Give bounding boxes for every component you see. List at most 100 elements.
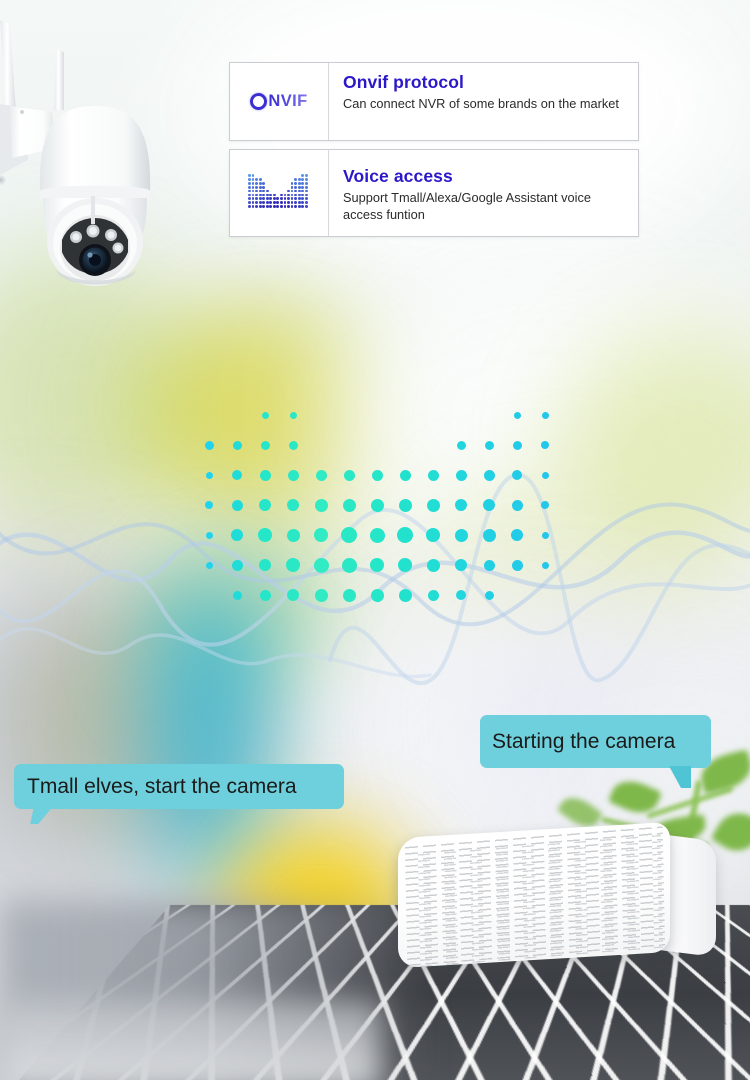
waveform-dot: [290, 185, 294, 189]
equalizer-dot: [397, 527, 413, 543]
waveform-dot: [297, 189, 301, 193]
equalizer-dot: [456, 440, 466, 450]
waveform-dot: [297, 197, 301, 201]
equalizer-dot: [369, 527, 385, 543]
feature-card-voice-access[interactable]: Voice access Support Tmall/Alexa/Google …: [229, 149, 639, 237]
speech-bubble-assistant-reply: Starting the camera: [480, 715, 711, 788]
waveform-dot: [294, 197, 298, 201]
waveform-dot: [283, 197, 287, 201]
waveform-dot: [272, 201, 276, 205]
waveform-dot: [255, 197, 258, 201]
mat-blur-overlay-bottom: [0, 1000, 380, 1080]
equalizer-dot: [455, 559, 467, 571]
waveform-dot: [287, 201, 290, 205]
equalizer-dot: [341, 527, 357, 543]
equalizer-dot: [483, 469, 495, 481]
equalizer-dot: [399, 469, 411, 481]
equalizer-dot: [541, 531, 549, 539]
waveform-dot: [304, 205, 308, 209]
waveform-dot: [304, 193, 308, 197]
speaker-front-panel: [398, 821, 670, 969]
feature-card-description: Support Tmall/Alexa/Google Assistant voi…: [343, 190, 592, 222]
waveform-dot: [301, 201, 305, 205]
waveform-dot: [248, 174, 251, 177]
waveform-dot: [265, 197, 269, 201]
feature-card-list: NVIF Onvif protocol Can connect NVR of s…: [229, 62, 639, 237]
equalizer-dot: [455, 469, 467, 481]
equalizer-dot: [232, 590, 242, 600]
waveform-dot: [248, 197, 251, 201]
equalizer-dot: [231, 529, 243, 541]
feature-card-title: Voice access: [343, 166, 453, 186]
equalizer-dot: [342, 498, 356, 512]
waveform-dot: [258, 197, 262, 201]
equalizer-dot: [426, 498, 440, 512]
waveform-dot: [262, 201, 266, 205]
equalizer-dot: [341, 557, 357, 573]
waveform-dot: [258, 193, 262, 197]
speech-bubble-user-command: Tmall elves, start the camera: [14, 764, 344, 824]
speech-bubble-tail: [669, 766, 691, 788]
waveform-dot: [294, 201, 298, 205]
equalizer-dot: [482, 528, 496, 542]
equalizer-dot: [371, 469, 383, 481]
waveform-dot: [248, 181, 251, 185]
equalizer-dot: [231, 499, 243, 511]
equalizer-dot: [258, 528, 272, 542]
waveform-dot: [251, 185, 255, 189]
waveform-dot: [287, 205, 290, 209]
waveform-dot: [272, 197, 276, 201]
equalizer-dot: [426, 528, 440, 542]
equalizer-dot: [287, 499, 299, 511]
waveform-dot: [255, 181, 258, 185]
waveform-dot: [258, 189, 262, 193]
equalizer-dot: [287, 469, 299, 481]
waveform-dot: [283, 201, 287, 205]
equalizer-dot: [484, 440, 494, 450]
waveform-dot: [251, 181, 255, 185]
waveform-dot: [279, 197, 283, 201]
antenna-right: [54, 49, 64, 110]
equalizer-dot: [427, 469, 439, 481]
waveform-dot: [262, 189, 266, 193]
equalizer-dot: [512, 440, 522, 450]
equalizer-dot: [342, 588, 356, 602]
equalizer-dot: [313, 557, 329, 573]
equalizer-dot: [541, 411, 549, 419]
speaker-grille-offset: [410, 831, 664, 968]
audio-equalizer-dot-matrix: [195, 400, 565, 620]
waveform-dot: [297, 193, 301, 197]
equalizer-dot: [370, 498, 384, 512]
waveform-dot: [248, 177, 251, 181]
speech-bubble-text: Tmall elves, start the camera: [27, 775, 297, 798]
feature-card-onvif[interactable]: NVIF Onvif protocol Can connect NVR of s…: [229, 62, 639, 141]
waveform-dot: [279, 201, 283, 205]
waveform-dot: [290, 201, 294, 205]
waveform-dot: [276, 201, 280, 205]
waveform-dot: [279, 193, 283, 197]
equalizer-dot: [484, 590, 494, 600]
onvif-o-ring-icon: [250, 93, 268, 110]
waveform-dot: [304, 181, 308, 185]
equalizer-dot: [398, 498, 412, 512]
waveform-dot: [304, 185, 308, 189]
waveform-dot: [262, 193, 266, 197]
waveform-dot: [251, 201, 255, 205]
waveform-dot: [248, 193, 251, 197]
waveform-dot: [258, 205, 262, 209]
waveform-dot: [294, 181, 298, 185]
equalizer-dot: [259, 589, 271, 601]
equalizer-dot: [398, 588, 412, 602]
equalizer-dot: [259, 559, 271, 571]
feature-card-title: Onvif protocol: [343, 72, 464, 92]
waveform-dot: [287, 189, 290, 193]
waveform-dot: [251, 197, 255, 201]
equalizer-dot: [289, 411, 297, 419]
speech-bubble-text: Starting the camera: [492, 730, 676, 753]
equalizer-dot: [205, 561, 213, 569]
waveform-dot: [290, 189, 294, 193]
waveform-dot: [251, 205, 255, 209]
waveform-dot: [290, 193, 294, 197]
equalizer-dot: [205, 471, 213, 479]
equalizer-dot: [315, 469, 327, 481]
